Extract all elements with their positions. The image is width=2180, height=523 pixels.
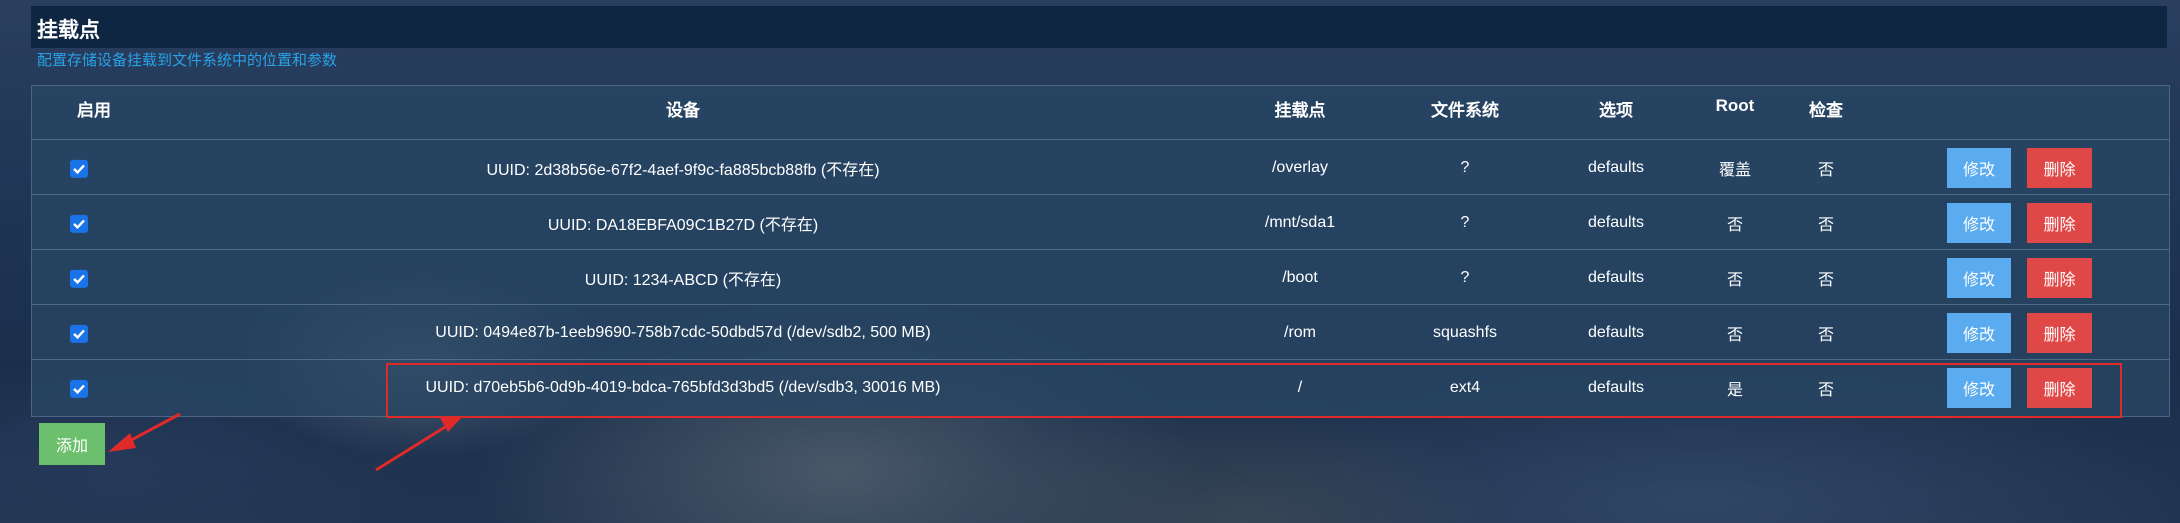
col-enabled: 启用 xyxy=(77,101,111,120)
delete-button[interactable]: 删除 xyxy=(2027,147,2092,188)
check-cell: 否 xyxy=(1817,216,1835,234)
page-title: 挂载点 xyxy=(37,19,100,42)
check-cell: 否 xyxy=(1817,326,1835,344)
check-icon xyxy=(73,219,85,229)
enable-checkbox[interactable] xyxy=(70,214,88,233)
col-check: 检查 xyxy=(1809,101,1843,120)
table-header: 启用 设备 挂载点 文件系统 选项 Root 检查 xyxy=(32,86,2169,139)
add-button[interactable]: 添加 xyxy=(39,423,105,465)
table-row: UUID: 2d38b56e-67f2-4aef-9f9c-fa885bcb88… xyxy=(32,139,2169,195)
root-cell: 否 xyxy=(1726,326,1744,344)
col-mountpoint: 挂载点 xyxy=(1274,101,1326,120)
filesystem-cell: ? xyxy=(1460,158,1470,176)
page-subtitle: 配置存储设备挂载到文件系统中的位置和参数 xyxy=(37,52,338,69)
highlight-box xyxy=(386,363,2122,418)
root-cell: 否 xyxy=(1726,216,1744,234)
delete-button[interactable]: 删除 xyxy=(2027,312,2092,353)
options-cell: defaults xyxy=(1587,213,1645,231)
enable-checkbox[interactable] xyxy=(70,269,88,288)
device-cell: UUID: 0494e87b-1eeb9690-758b7cdc-50dbd57… xyxy=(435,323,931,341)
table-row: UUID: 0494e87b-1eeb9690-758b7cdc-50dbd57… xyxy=(32,304,2169,360)
check-cell: 否 xyxy=(1817,161,1835,179)
filesystem-cell: squashfs xyxy=(1432,323,1498,341)
mountpoint-cell: /overlay xyxy=(1271,158,1329,176)
delete-button[interactable]: 删除 xyxy=(2027,257,2092,298)
table-row: UUID: DA18EBFA09C1B27D (不存在) /mnt/sda1 ?… xyxy=(32,194,2169,250)
check-icon xyxy=(73,274,85,284)
options-cell: defaults xyxy=(1587,323,1645,341)
mountpoint-cell: /rom xyxy=(1284,323,1316,341)
edit-button[interactable]: 修改 xyxy=(1947,202,2011,243)
delete-button[interactable]: 删除 xyxy=(2027,202,2092,243)
mountpoint-cell: /mnt/sda1 xyxy=(1264,213,1336,231)
options-cell: defaults xyxy=(1587,158,1645,176)
filesystem-cell: ? xyxy=(1460,213,1470,231)
col-root: Root xyxy=(1715,96,1755,115)
col-filesystem: 文件系统 xyxy=(1431,101,1499,120)
mountpoint-cell: /boot xyxy=(1282,268,1318,286)
root-cell: 否 xyxy=(1726,271,1744,289)
enable-checkbox[interactable] xyxy=(70,324,88,343)
edit-button[interactable]: 修改 xyxy=(1947,312,2011,353)
section-header: 挂载点 xyxy=(31,6,2167,48)
enable-checkbox[interactable] xyxy=(70,159,88,178)
col-options: 选项 xyxy=(1599,101,1633,120)
filesystem-cell: ? xyxy=(1460,268,1470,286)
table-row: UUID: 1234-ABCD (不存在) /boot ? defaults 否… xyxy=(32,249,2169,305)
check-cell: 否 xyxy=(1817,271,1835,289)
col-device: 设备 xyxy=(666,101,700,120)
edit-button[interactable]: 修改 xyxy=(1947,147,2011,188)
check-icon xyxy=(73,164,85,174)
options-cell: defaults xyxy=(1587,268,1645,286)
check-icon xyxy=(73,329,85,339)
arrow-icon xyxy=(375,416,463,472)
arrow-icon xyxy=(108,412,181,452)
device-cell: UUID: 1234-ABCD (不存在) xyxy=(584,271,782,289)
root-cell: 覆盖 xyxy=(1718,161,1752,179)
edit-button[interactable]: 修改 xyxy=(1947,257,2011,298)
device-cell: UUID: 2d38b56e-67f2-4aef-9f9c-fa885bcb88… xyxy=(486,161,880,179)
check-icon xyxy=(73,384,85,394)
device-cell: UUID: DA18EBFA09C1B27D (不存在) xyxy=(547,216,819,234)
enable-checkbox[interactable] xyxy=(70,379,88,398)
